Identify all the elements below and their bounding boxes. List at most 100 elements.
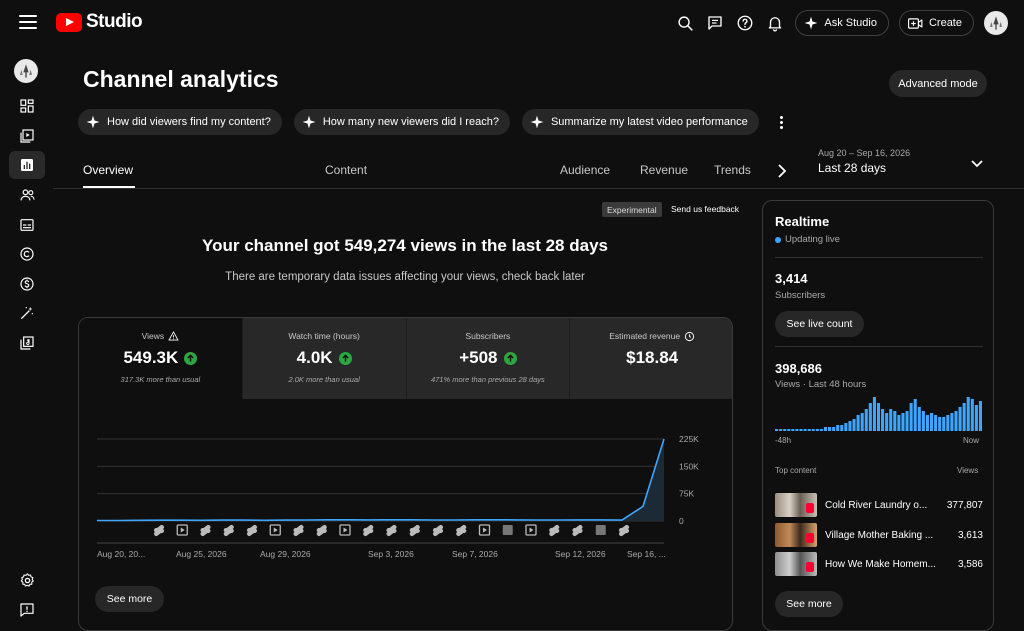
tabs-divider (53, 188, 1024, 189)
shorts-marker-icon (200, 524, 211, 537)
sidebar-item-feedback[interactable] (9, 596, 45, 624)
chip-new-viewers[interactable]: How many new viewers did I reach? (293, 109, 510, 135)
top-content-views: 377,807 (946, 499, 983, 511)
sidebar-item-customization[interactable] (9, 299, 45, 327)
top-content-row[interactable]: Cold River Laundry o... 377,807 (775, 493, 983, 517)
date-range-selector[interactable]: Aug 20 – Sep 16, 2026 Last 28 days (818, 148, 910, 175)
channel-avatar[interactable] (14, 59, 38, 83)
tab-audience[interactable]: Audience (560, 163, 610, 177)
prompt-chips: How did viewers find my content? How man… (78, 109, 789, 135)
tab-trends[interactable]: Trends (714, 163, 751, 177)
x-tick-label: Aug 20, 20... (97, 549, 145, 559)
realtime-bar (901, 413, 905, 431)
experimental-badge: Experimental (602, 202, 662, 217)
realtime-bar (946, 415, 950, 431)
realtime-bar (913, 399, 917, 431)
comment-icon[interactable] (705, 13, 725, 33)
realtime-bar (962, 403, 966, 431)
realtime-bar (860, 413, 864, 431)
account-avatar[interactable] (984, 11, 1008, 35)
realtime-bar (958, 407, 962, 431)
metric-value: 4.0K (296, 348, 333, 367)
content-icon (20, 129, 34, 143)
realtime-bar (868, 403, 872, 431)
top-bar: Studio Ask Studio Create (0, 0, 1024, 46)
ask-studio-button[interactable]: Ask Studio (795, 10, 889, 36)
studio-logo[interactable]: Studio (56, 11, 143, 33)
chip-summarize[interactable]: Summarize my latest video performance (521, 109, 759, 135)
realtime-bar (938, 417, 942, 431)
create-video-icon (907, 17, 923, 29)
ask-studio-label: Ask Studio (824, 17, 877, 29)
notifications-icon[interactable] (765, 13, 785, 33)
sidebar-item-settings[interactable] (9, 566, 45, 594)
top-content-row[interactable]: How We Make Homem... 3,586 (775, 552, 983, 576)
create-button[interactable]: Create (898, 10, 974, 36)
feedback-icon (20, 603, 34, 617)
top-content-title: How We Make Homem... (825, 558, 936, 570)
search-icon[interactable] (675, 13, 695, 33)
shorts-marker-icon (549, 524, 560, 537)
realtime-bar (897, 415, 901, 431)
shorts-marker-icon (316, 524, 327, 537)
metric-subscribers[interactable]: Subscribers +508 471% more than previous… (406, 318, 571, 399)
chip-label: How did viewers find my content? (107, 116, 271, 128)
sparkle-icon (302, 115, 316, 129)
sidebar-item-subtitles[interactable] (9, 211, 45, 239)
menu-icon[interactable] (19, 15, 37, 29)
x-tick-label: Sep 3, 2026 (368, 549, 414, 559)
video-marker-play-icon (529, 527, 534, 533)
sidebar-item-dashboard[interactable] (9, 92, 45, 120)
sidebar-item-analytics[interactable] (9, 151, 45, 179)
metric-value: +508 (459, 348, 498, 367)
help-icon[interactable] (735, 13, 755, 33)
realtime-bar (954, 411, 958, 431)
realtime-bar (803, 429, 807, 431)
chevron-down-icon[interactable] (970, 156, 984, 174)
numbered-marker-icon (502, 525, 513, 535)
sidebar-item-copyright[interactable] (9, 240, 45, 268)
metric-views[interactable]: Views 549.3K 317.3K more than usual (79, 318, 243, 399)
chevron-right-icon[interactable] (776, 164, 788, 183)
chart-see-more-button[interactable]: See more (95, 586, 164, 612)
send-feedback-link[interactable]: Send us feedback (671, 204, 739, 214)
realtime-axis-start: -48h (775, 436, 792, 445)
see-live-count-button[interactable]: See live count (775, 311, 864, 337)
realtime-bar (881, 409, 885, 431)
video-marker-play-icon (343, 527, 348, 533)
realtime-bar (950, 413, 954, 431)
realtime-see-more-button[interactable]: See more (775, 591, 843, 617)
tab-overview[interactable]: Overview (83, 163, 133, 177)
sidebar-item-community[interactable] (9, 181, 45, 209)
tab-content[interactable]: Content (325, 163, 367, 177)
top-content-row[interactable]: Village Mother Baking ... 3,613 (775, 523, 983, 547)
metric-watch-time[interactable]: Watch time (hours) 4.0K 2.0K more than u… (242, 318, 407, 399)
views-chart-svg: 225K 150K 75K 0 Aug 20, 20... Aug 25, 2026 Aug… (97, 434, 699, 559)
video-marker-play-icon (180, 527, 185, 533)
top-views-label: Views (957, 466, 979, 475)
realtime-bar (819, 429, 823, 431)
tab-revenue[interactable]: Revenue (640, 163, 688, 177)
realtime-bar (828, 427, 832, 431)
metrics-card: Views 549.3K 317.3K more than usual Watc… (78, 317, 733, 631)
realtime-bar (978, 401, 982, 431)
sidebar-item-audio-library[interactable] (9, 329, 45, 357)
sidebar-item-earn[interactable] (9, 270, 45, 298)
top-content-title: Cold River Laundry o... (825, 499, 928, 511)
sidebar-item-content[interactable] (9, 122, 45, 150)
x-tick-label: Aug 29, 2026 (260, 549, 311, 559)
video-marker-play-icon (273, 527, 278, 533)
chip-viewer-sources[interactable]: How did viewers find my content? (78, 109, 282, 135)
realtime-bar (848, 421, 852, 431)
more-options-icon[interactable] (775, 112, 789, 132)
x-tick-label: Sep 16, ... (627, 549, 666, 559)
numbered-marker-icon (595, 525, 606, 535)
sparkle-icon (86, 115, 100, 129)
top-content-title: Village Mother Baking ... (825, 529, 934, 541)
y-tick-label: 225K (679, 434, 699, 444)
metric-revenue[interactable]: Estimated revenue $18.84 (570, 318, 732, 399)
arrow-up-icon (503, 351, 517, 365)
advanced-mode-button[interactable]: Advanced mode (889, 70, 987, 97)
realtime-bar (836, 425, 840, 431)
sidebar (0, 46, 53, 631)
